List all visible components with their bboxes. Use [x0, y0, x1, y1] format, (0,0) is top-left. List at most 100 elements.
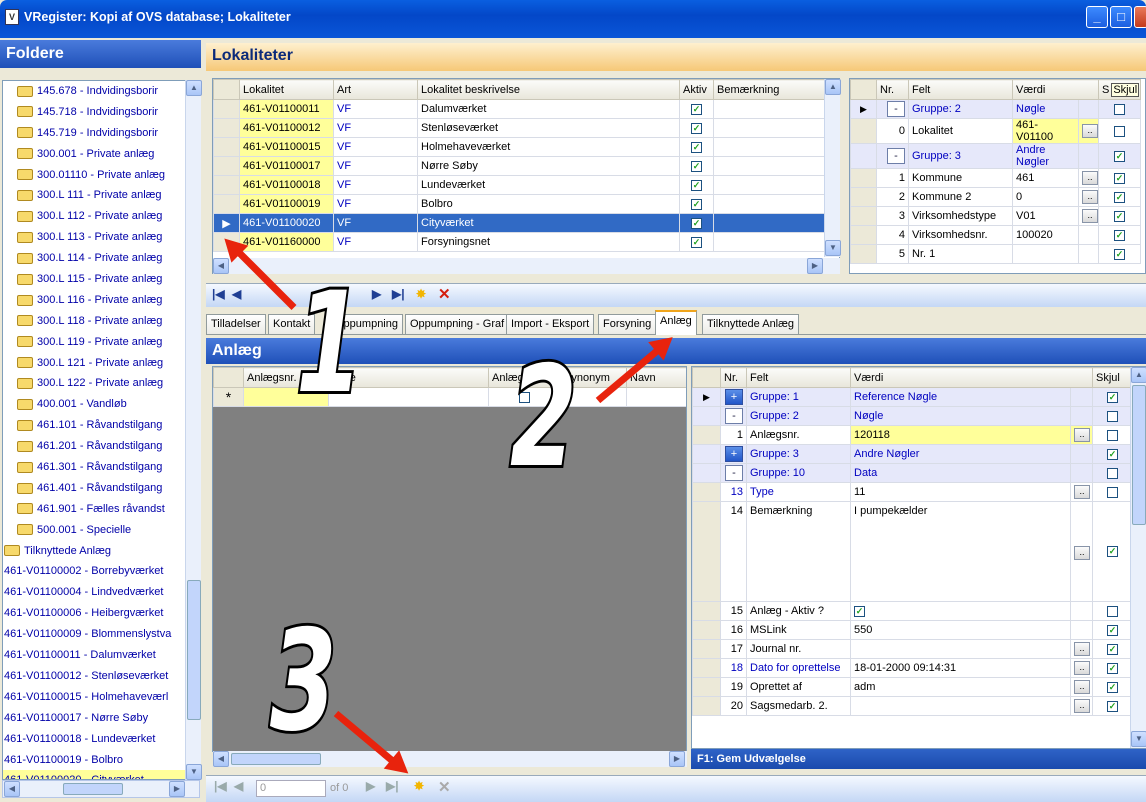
checkbox[interactable]: ✓	[1114, 248, 1125, 260]
ellipsis-button[interactable]: ..	[1074, 680, 1090, 694]
folder-tree[interactable]: 145.678 - Indvidingsborir 145.718 - Indvi…	[2, 80, 200, 780]
property-row[interactable]: + Gruppe: 3 Andre Nøgler ✓	[692, 444, 1133, 464]
ellipsis-button[interactable]: ..	[1082, 124, 1098, 138]
bemaerkning-cell[interactable]	[713, 99, 826, 119]
dots-cell[interactable]: ..	[1070, 658, 1093, 678]
last-record-icon[interactable]: ▶|	[392, 287, 405, 301]
art-cell[interactable]: VF	[333, 99, 418, 119]
property-row[interactable]: 14 Bemærkning I pumpekælder .. ✓	[692, 501, 1133, 602]
checkbox[interactable]: ✓	[691, 141, 702, 153]
row-header[interactable]	[692, 463, 721, 483]
table-row[interactable]: 461-V01100018 VF Lundeværket ✓	[213, 175, 826, 195]
vaerdi-cell[interactable]: 11	[850, 482, 1071, 502]
vaerdi-cell[interactable]: Reference Nøgle	[850, 387, 1071, 407]
folder-item[interactable]: 300.L 119 - Private anlæg	[3, 332, 199, 353]
skjul-cell[interactable]	[1098, 99, 1141, 119]
scroll-right-icon[interactable]: ▶	[807, 258, 823, 274]
aktiv-cell[interactable]: ✓	[679, 213, 714, 233]
lokalitet-cell[interactable]: 461-V01100017	[239, 156, 334, 176]
folder-item[interactable]: 145.719 - Indvidingsborir	[3, 123, 199, 144]
property-row[interactable]: ▶ + Gruppe: 1 Reference Nøgle ✓	[692, 387, 1133, 407]
art-cell[interactable]: VF	[333, 194, 418, 214]
vaerdi-cell[interactable]: Data	[850, 463, 1071, 483]
skjul-cell[interactable]: ✓	[1092, 620, 1133, 640]
checkbox[interactable]: ✓	[854, 605, 865, 617]
col-aktiv[interactable]: Aktiv	[679, 79, 714, 100]
folder-item[interactable]: 145.678 - Indvidingsborir	[3, 81, 199, 102]
folder-item[interactable]: 300.001 - Private anlæg	[3, 144, 199, 165]
folder-item[interactable]: 300.L 121 - Private anlæg	[3, 353, 199, 374]
skjul-cell[interactable]: ✓	[1092, 387, 1133, 407]
checkbox[interactable]: ✓	[1114, 229, 1125, 241]
skjul-cell[interactable]: ✓	[1092, 677, 1133, 697]
property-row[interactable]: - Gruppe: 3 Andre Nøgler ✓	[850, 143, 1141, 169]
expand-icon[interactable]: +	[725, 389, 743, 405]
lokalitet-cell[interactable]: 461-V01100015	[239, 137, 334, 157]
table-row[interactable]: 461-V01100017 VF Nørre Søby ✓	[213, 156, 826, 176]
vaerdi-cell[interactable]: 120118	[850, 425, 1071, 445]
scroll-up-icon[interactable]: ▲	[825, 79, 841, 95]
prev-record-icon[interactable]: ◀	[232, 287, 241, 301]
checkbox[interactable]: ✓	[1114, 210, 1125, 222]
ellipsis-button[interactable]: ..	[1074, 428, 1090, 442]
folder-item[interactable]: 461-V01100009 - Blommenslystva	[3, 624, 199, 645]
table-row[interactable]: 461-V01100011 VF Dalumværket ✓	[213, 99, 826, 119]
skjul-cell[interactable]	[1092, 406, 1133, 426]
col-lokalitet[interactable]: Lokalitet	[239, 79, 334, 100]
ellipsis-button[interactable]: ..	[1074, 661, 1090, 675]
aktiv-cell[interactable]: ✓	[679, 232, 714, 252]
vaerdi-cell[interactable]: ✓	[850, 601, 1071, 621]
row-header[interactable]	[692, 482, 721, 502]
row-header[interactable]	[213, 156, 240, 176]
property-row[interactable]: 17 Journal nr. .. ✓	[692, 639, 1133, 659]
checkbox[interactable]	[1107, 429, 1118, 441]
skjul-cell[interactable]	[1092, 601, 1133, 621]
checkbox[interactable]: ✓	[1107, 624, 1118, 636]
beskrivelse-cell[interactable]: Bolbro	[417, 194, 680, 214]
scroll-down-icon[interactable]: ▼	[1131, 731, 1146, 747]
property-row[interactable]: 20 Sagsmedarb. 2. .. ✓	[692, 696, 1133, 716]
close-button[interactable]	[1134, 6, 1146, 28]
aktiv-cell[interactable]: ✓	[679, 137, 714, 157]
dots-cell[interactable]	[1070, 601, 1093, 621]
property-row[interactable]: 4 Virksomhedsnr. 100020 ✓	[850, 225, 1141, 245]
ellipsis-button[interactable]: ..	[1074, 546, 1090, 560]
folder-item[interactable]: 300.L 122 - Private anlæg	[3, 373, 199, 394]
lokalitet-cell[interactable]: 461-V01160000	[239, 232, 334, 252]
folder-item[interactable]: 300.L 111 - Private anlæg	[3, 185, 199, 206]
col-art[interactable]: Art	[333, 79, 418, 100]
vaerdi-cell[interactable]: Andre Nøgler	[850, 444, 1071, 464]
row-header[interactable]	[692, 406, 721, 426]
row-header[interactable]	[850, 244, 877, 264]
lok-vscroll[interactable]: ▲ ▼	[824, 79, 841, 257]
folder-item[interactable]: 300.L 112 - Private anlæg	[3, 206, 199, 227]
row-header[interactable]	[213, 118, 240, 138]
scroll-down-icon[interactable]: ▼	[825, 240, 841, 256]
prev-record-icon[interactable]: ◀	[234, 779, 243, 793]
aktiv-cell[interactable]: ✓	[679, 156, 714, 176]
new-row[interactable]: *	[213, 387, 686, 407]
vaerdi-cell[interactable]: 461-V01100	[1012, 118, 1079, 144]
dots-cell[interactable]: ..	[1070, 501, 1093, 602]
art-cell[interactable]: VF	[333, 175, 418, 195]
dots-cell[interactable]	[1070, 620, 1093, 640]
folder-item[interactable]: 461-V01100012 - Stenløseværket	[3, 666, 199, 687]
folder-item[interactable]: 300.L 114 - Private anlæg	[3, 248, 199, 269]
property-row[interactable]: 15 Anlæg - Aktiv ? ✓	[692, 601, 1133, 621]
art-cell[interactable]: VF	[333, 137, 418, 157]
checkbox[interactable]	[1114, 103, 1125, 115]
props-vscroll[interactable]: ▲ ▼	[1130, 367, 1146, 748]
skjul-cell[interactable]: ✓	[1092, 696, 1133, 716]
folder-item[interactable]: 145.718 - Indvidingsborir	[3, 102, 199, 123]
lokalitet-cell[interactable]: 461-V01100012	[239, 118, 334, 138]
ellipsis-button[interactable]: ..	[1082, 190, 1098, 204]
skjul-cell[interactable]: ✓	[1098, 168, 1141, 188]
folder-item[interactable]: 461-V01100011 - Dalumværket	[3, 645, 199, 666]
collapse-icon[interactable]: -	[887, 148, 905, 164]
folder-item[interactable]: 461-V01100018 - Lundeværket	[3, 729, 199, 750]
row-header[interactable]	[692, 501, 721, 602]
checkbox[interactable]: ✓	[1107, 643, 1118, 655]
bemaerkning-cell[interactable]	[713, 118, 826, 138]
folder-item[interactable]: 461-V01100004 - Lindvedværket	[3, 582, 199, 603]
lokalitet-cell[interactable]: 461-V01100020	[239, 213, 334, 233]
